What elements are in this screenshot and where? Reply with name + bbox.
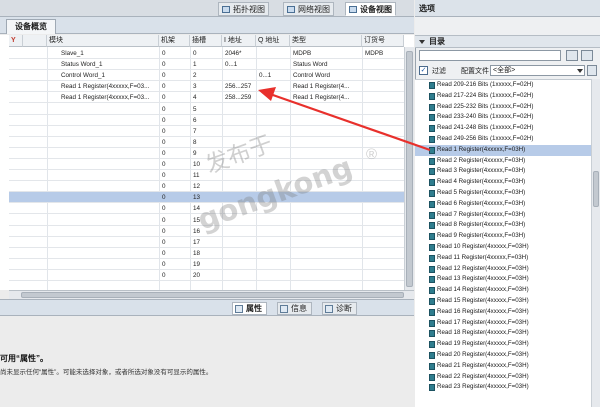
- annotation-arrow: [258, 87, 431, 152]
